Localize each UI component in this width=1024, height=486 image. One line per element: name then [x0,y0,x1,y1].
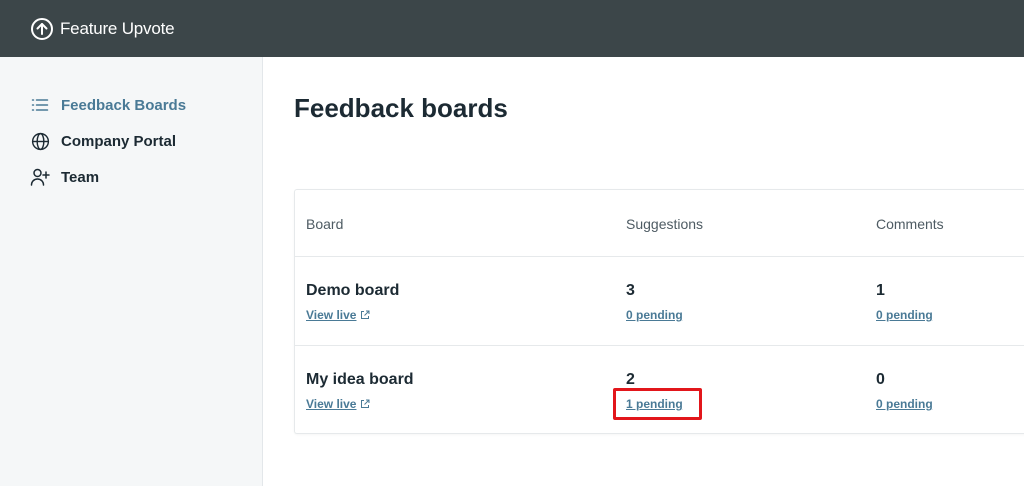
sidebar-item-label: Team [61,168,100,186]
view-live-link[interactable]: View live [306,397,370,411]
column-header-board: Board [306,216,344,232]
column-header-suggestions: Suggestions [626,216,704,232]
sidebar-item-company-portal[interactable]: Company Portal [30,131,176,151]
sidebar-item-label: Feedback Boards [61,96,187,114]
sidebar-item-feedback-boards[interactable]: Feedback Boards [30,95,186,115]
suggestions-pending-link[interactable]: 0 pending [626,308,683,322]
table-row: Demo board View live 3 0 pending 1 0 pen… [295,257,1024,346]
view-live-link[interactable]: View live [306,308,370,322]
page-title: Feedback boards [294,93,508,123]
sidebar-item-label: Company Portal [61,132,177,150]
view-live-label: View live [306,397,357,411]
sidebar: Feedback Boards Company Portal Team [0,57,263,486]
view-live-label: View live [306,308,357,322]
comments-count: 0 [876,371,885,388]
upvote-arrow-icon [30,17,54,41]
board-name: My idea board [306,371,414,388]
app-name: Feature Upvote [60,18,175,38]
globe-icon [30,131,50,151]
external-link-icon [360,310,370,320]
sidebar-item-team[interactable]: Team [30,167,99,187]
table-header: Board Suggestions Comments [295,190,1024,257]
suggestions-count: 3 [626,282,635,299]
user-plus-icon [30,167,50,187]
comments-count: 1 [876,282,885,299]
highlight-box [613,388,702,420]
column-header-comments: Comments [876,216,944,232]
list-icon [30,95,50,115]
comments-pending-link[interactable]: 0 pending [876,308,933,322]
comments-pending-link[interactable]: 0 pending [876,397,933,411]
suggestions-count: 2 [626,371,635,388]
board-name: Demo board [306,282,400,299]
brand-logo[interactable]: Feature Upvote [30,17,175,41]
top-bar: Feature Upvote [0,0,1024,57]
main-content: Feedback boards Board Suggestions Commen… [264,57,1024,486]
external-link-icon [360,399,370,409]
